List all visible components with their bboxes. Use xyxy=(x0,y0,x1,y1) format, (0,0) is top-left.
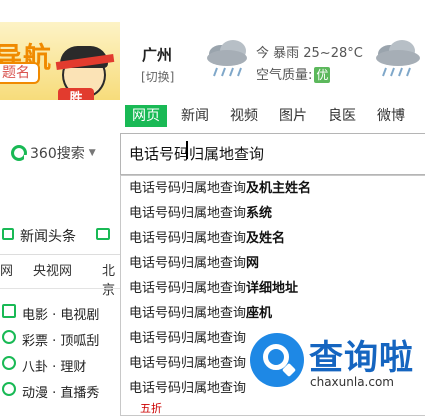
search-engine-selector[interactable]: 360搜索 ▼ xyxy=(11,143,96,163)
search-input[interactable] xyxy=(129,144,425,162)
category-anime[interactable]: 动漫 · 直播秀 xyxy=(0,378,120,404)
divider xyxy=(0,254,120,255)
tab-video[interactable]: 视频 xyxy=(223,105,265,127)
divider xyxy=(0,288,120,289)
air-quality: 空气质量: 优 xyxy=(256,64,331,83)
mascot-badge: 胜 xyxy=(58,88,94,100)
watermark-title: 查询啦 xyxy=(309,338,414,378)
category-list: 电影 · 电视剧 彩票 · 顶呱刮 八卦 · 理财 动漫 · 直播秀 xyxy=(0,300,120,404)
site-logo[interactable]: 导航 题名 胜 xyxy=(0,22,120,100)
discount-badge: 五折 xyxy=(140,402,162,415)
mascot-image: 胜 xyxy=(52,40,115,100)
suggestion-item[interactable]: 电话号码归属地查询网 xyxy=(121,251,425,276)
weather-forecast[interactable]: 今 暴雨 25~28°C xyxy=(256,42,363,61)
news-label: 新闻头条 xyxy=(20,229,76,245)
anime-icon xyxy=(2,382,16,396)
tab-doctor[interactable]: 良医 xyxy=(321,105,363,127)
suggestion-item[interactable]: 电话号码归属地查询座机 xyxy=(121,301,425,326)
category-label: 八卦 · 理财 xyxy=(22,360,87,375)
lottery-icon xyxy=(2,330,16,344)
air-quality-label: 空气质量: xyxy=(256,68,313,83)
tab-images[interactable]: 图片 xyxy=(272,105,314,127)
tv-icon xyxy=(96,228,110,240)
news-headline-row[interactable]: 新闻头条 xyxy=(0,222,120,248)
tab-weibo[interactable]: 微博 xyxy=(370,105,412,127)
news-icon xyxy=(2,228,14,240)
360-logo-icon xyxy=(11,145,29,161)
suggestion-item[interactable]: 电话号码归属地查询及机主姓名 xyxy=(121,176,425,201)
top-banner: 导航 题名 胜 广州 [切换] 今 暴雨 25~28°C 空气质量: 优 xyxy=(0,0,425,100)
city-name: 广州 xyxy=(142,46,173,64)
chevron-down-icon: ▼ xyxy=(88,148,96,158)
site-links: 网 央视网 北京 xyxy=(0,260,125,298)
suggestion-item[interactable]: 电话号码归属地查询及姓名 xyxy=(121,226,425,251)
rain-cloud-icon xyxy=(207,40,247,77)
watermark-logo-icon xyxy=(250,333,304,387)
category-label: 彩票 · 顶呱刮 xyxy=(22,334,100,349)
text-cursor-icon xyxy=(186,141,188,159)
city-switch-link[interactable]: [切换] xyxy=(141,68,174,85)
rain-cloud-icon xyxy=(376,40,420,77)
tab-news[interactable]: 新闻 xyxy=(174,105,216,127)
site-link[interactable]: 网 xyxy=(0,260,13,279)
play-icon xyxy=(2,304,16,318)
suggestion-item[interactable]: 电话号码归属地查询详细地址 xyxy=(121,276,425,301)
search-engine-name: 360搜索 xyxy=(30,146,85,162)
category-label: 动漫 · 直播秀 xyxy=(22,386,100,401)
category-gossip[interactable]: 八卦 · 理财 xyxy=(0,352,120,378)
suggestion-item[interactable]: 电话号码归属地查询系统 xyxy=(121,201,425,226)
category-lottery[interactable]: 彩票 · 顶呱刮 xyxy=(0,326,120,352)
watermark-url: chaxunla.com xyxy=(310,375,394,389)
search-box[interactable] xyxy=(120,133,425,175)
category-label: 电影 · 电视剧 xyxy=(22,308,100,323)
tab-web[interactable]: 网页 xyxy=(125,105,167,127)
site-link[interactable]: 北京 xyxy=(102,260,125,298)
search-tabs: 网页 新闻 视频 图片 良医 微博 xyxy=(125,105,419,127)
site-link[interactable]: 央视网 xyxy=(33,260,72,279)
air-quality-badge: 优 xyxy=(314,67,331,83)
category-movies[interactable]: 电影 · 电视剧 xyxy=(0,300,120,326)
gossip-icon xyxy=(2,356,16,370)
logo-sub: 题名 xyxy=(0,62,40,84)
